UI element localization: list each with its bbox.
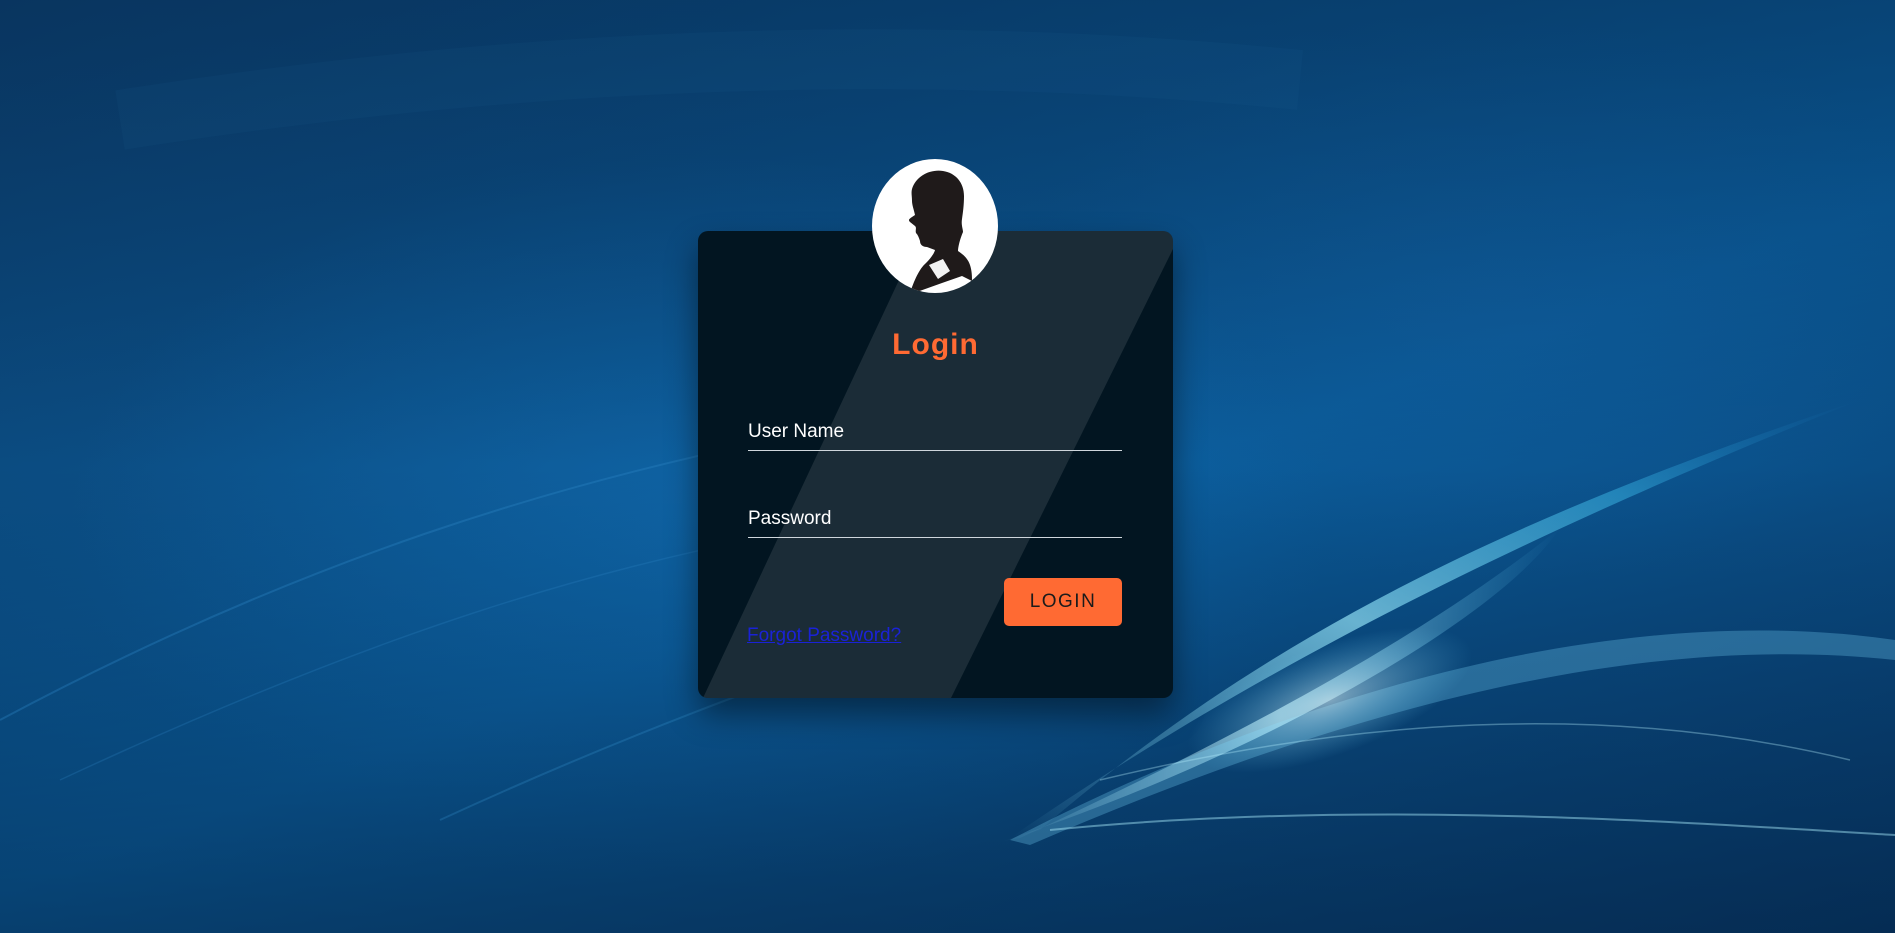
login-card: Login LOGIN Forgot Password? bbox=[698, 231, 1173, 698]
forgot-password-link[interactable]: Forgot Password? bbox=[747, 625, 901, 647]
username-input[interactable] bbox=[748, 414, 1122, 451]
password-input[interactable] bbox=[748, 501, 1122, 538]
login-page: Login LOGIN Forgot Password? bbox=[0, 0, 1895, 933]
login-title: Login bbox=[892, 328, 979, 361]
login-button[interactable]: LOGIN bbox=[1004, 578, 1122, 626]
avatar bbox=[872, 159, 998, 293]
user-silhouette-icon bbox=[908, 170, 972, 293]
